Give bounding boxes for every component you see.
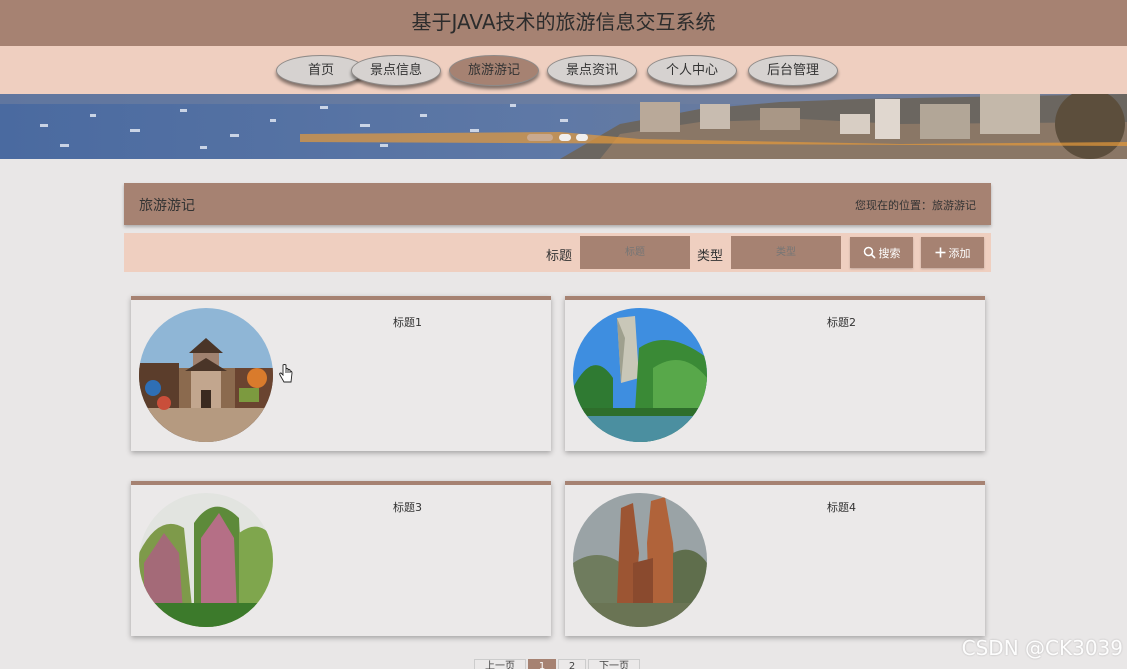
card-title[interactable]: 标题2 (827, 314, 856, 330)
add-button-label: 添加 (948, 246, 971, 260)
card-image[interactable] (139, 493, 273, 627)
carousel-dot-1[interactable] (527, 134, 553, 141)
note-card[interactable]: 标题4 (565, 481, 985, 636)
nav-item-personal-center[interactable]: 个人中心 (647, 55, 737, 86)
section-title: 旅游游记 (139, 198, 195, 214)
section-header: 旅游游记 您现在的位置：旅游游记 (124, 183, 991, 225)
card-image[interactable] (139, 308, 273, 442)
card-image[interactable] (573, 308, 707, 442)
watermark: CSDN @CK3039 (961, 636, 1123, 660)
search-icon (863, 246, 876, 259)
ancient-town-image (139, 308, 273, 442)
site-title: 基于JAVA技术的旅游信息交互系统 (411, 10, 716, 34)
note-card[interactable]: 标题1 (131, 296, 551, 451)
nav-item-admin[interactable]: 后台管理 (748, 55, 838, 86)
breadcrumb-current[interactable]: 旅游游记 (932, 199, 976, 212)
next-page-button[interactable]: 下一页 (588, 659, 640, 669)
type-label: 类型 (697, 249, 724, 264)
note-card[interactable]: 标题2 (565, 296, 985, 451)
add-button[interactable]: 添加 (921, 237, 984, 268)
plus-icon (935, 247, 945, 258)
search-button-label: 搜索 (878, 246, 901, 260)
red-rock-image (573, 493, 707, 627)
banner-carousel[interactable] (0, 94, 1127, 159)
page-2-button[interactable]: 2 (558, 659, 586, 669)
note-card[interactable]: 标题3 (131, 481, 551, 636)
page-1-button[interactable]: 1 (528, 659, 556, 669)
breadcrumb-label: 您现在的位置： (855, 199, 932, 212)
card-title[interactable]: 标题4 (827, 499, 856, 515)
banner-image (0, 94, 1127, 159)
main-nav: 首页 景点信息 旅游游记 景点资讯 个人中心 后台管理 (0, 46, 1127, 94)
karst-pillar-image (573, 308, 707, 442)
type-input[interactable] (731, 236, 841, 269)
nav-item-scenic-info[interactable]: 景点信息 (351, 55, 441, 86)
card-image[interactable] (573, 493, 707, 627)
card-title[interactable]: 标题3 (393, 499, 422, 515)
title-label: 标题 (546, 249, 573, 264)
carousel-dot-2[interactable] (559, 134, 571, 141)
breadcrumb: 您现在的位置：旅游游记 (855, 197, 976, 213)
title-input[interactable] (580, 236, 690, 269)
nav-item-travel-notes[interactable]: 旅游游记 (449, 55, 539, 86)
card-title[interactable]: 标题1 (393, 314, 422, 330)
prev-page-button[interactable]: 上一页 (474, 659, 526, 669)
carousel-dot-3[interactable] (576, 134, 588, 141)
top-header: 基于JAVA技术的旅游信息交互系统 (0, 0, 1127, 46)
search-bar: 标题 类型 搜索 添加 (124, 233, 991, 272)
search-button[interactable]: 搜索 (850, 237, 913, 268)
hand-cursor-icon (279, 364, 293, 383)
nav-item-scenic-news[interactable]: 景点资讯 (547, 55, 637, 86)
green-mountain-image (139, 493, 273, 627)
